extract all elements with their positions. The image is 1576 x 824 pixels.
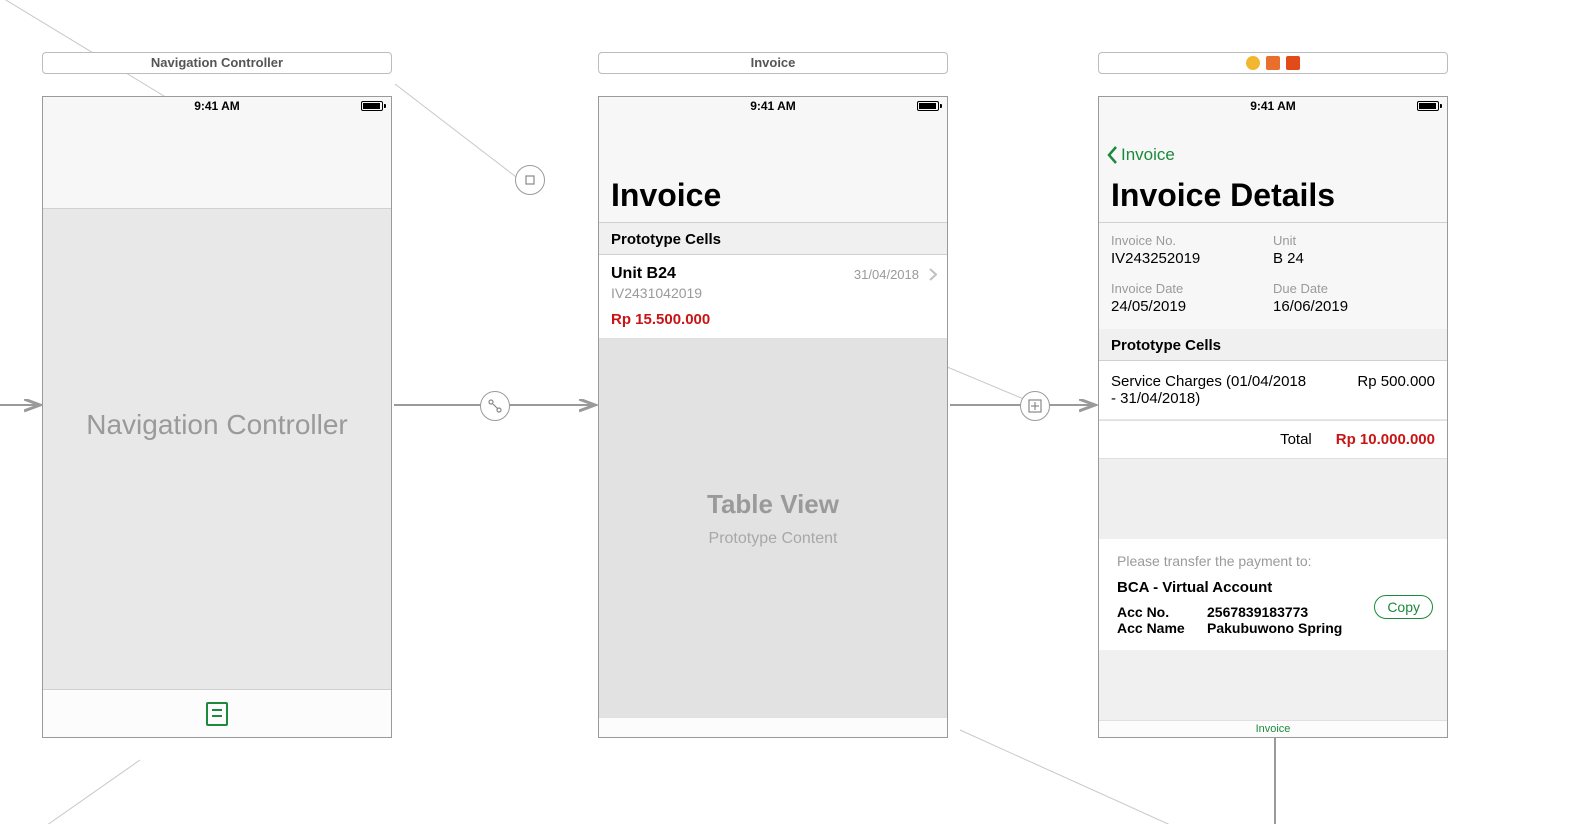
field-invoice-date: Invoice Date 24/05/2019: [1111, 281, 1273, 315]
status-bar: 9:41 AM: [599, 97, 947, 117]
first-responder-icon: [1266, 56, 1280, 70]
status-bar: 9:41 AM: [43, 97, 391, 117]
page-title: Invoice: [611, 177, 935, 214]
tableview-placeholder: Table View Prototype Content: [599, 339, 947, 548]
total-row: Total Rp 10.000.000: [1099, 420, 1447, 459]
info-label: Due Date: [1273, 281, 1435, 296]
total-amount: Rp 10.000.000: [1336, 431, 1435, 448]
back-label: Invoice: [1121, 145, 1175, 165]
segue-node-top[interactable]: [515, 165, 545, 195]
info-label: Unit: [1273, 233, 1435, 248]
line-item-row: Service Charges (01/04/2018 - 31/04/2018…: [1099, 361, 1447, 420]
section-header: Prototype Cells: [599, 223, 947, 255]
nav-header: Invoice Invoice Details: [1099, 117, 1447, 223]
tableview-body: Table View Prototype Content: [599, 339, 947, 731]
back-button[interactable]: Invoice: [1105, 145, 1175, 165]
chevron-right-icon: [929, 268, 937, 284]
nav-content-area: Navigation Controller: [43, 209, 391, 691]
info-value: 24/05/2019: [1111, 298, 1273, 315]
scene-invoice-list[interactable]: Invoice 9:41 AM Invoice Prototype Cells …: [598, 52, 948, 738]
field-unit: Unit B 24: [1273, 233, 1435, 267]
nav-bar-empty: [43, 117, 391, 209]
info-grid: Invoice No. IV243252019 Unit B 24 Invoic…: [1099, 223, 1447, 329]
chevron-left-icon: [1105, 145, 1119, 165]
scene-invoice-details[interactable]: 9:41 AM Invoice Invoice Details Invoice …: [1098, 52, 1448, 738]
payment-bank: BCA - Virtual Account: [1117, 579, 1429, 596]
invoice-cell[interactable]: Unit B24 IV2431042019 Rp 15.500.000 31/0…: [599, 255, 947, 339]
line-item-amount: Rp 500.000: [1357, 373, 1435, 407]
cell-amount: Rp 15.500.000: [611, 311, 935, 328]
spacer: [1099, 459, 1447, 539]
cell-date: 31/04/2018: [854, 267, 919, 282]
nav-large-title: Invoice: [599, 117, 947, 222]
status-time: 9:41 AM: [750, 99, 796, 113]
battery-icon: [361, 101, 383, 111]
bottom-tab-label[interactable]: Invoice: [1099, 720, 1447, 737]
nav-placeholder-label: Navigation Controller: [43, 209, 391, 441]
line-item-desc: Service Charges (01/04/2018 - 31/04/2018…: [1111, 373, 1311, 407]
segue-node-root[interactable]: [480, 391, 510, 421]
accname-value: Pakubuwono Spring: [1207, 620, 1342, 636]
tv-placeholder-title: Table View: [599, 489, 947, 520]
info-label: Invoice No.: [1111, 233, 1273, 248]
nav-large-title: Invoice Details: [1099, 117, 1447, 222]
scene-title-details[interactable]: [1098, 52, 1448, 74]
section-header: Prototype Cells: [1099, 329, 1447, 361]
status-time: 9:41 AM: [194, 99, 240, 113]
total-label: Total: [1280, 431, 1312, 448]
payment-section: Please transfer the payment to: BCA - Vi…: [1099, 539, 1447, 650]
scene-title-nav[interactable]: Navigation Controller: [42, 52, 392, 74]
info-value: IV243252019: [1111, 250, 1273, 267]
accno-label: Acc No.: [1117, 604, 1207, 620]
payment-instruction: Please transfer the payment to:: [1117, 553, 1429, 569]
info-value: 16/06/2019: [1273, 298, 1435, 315]
exit-icon: [1286, 56, 1300, 70]
info-label: Invoice Date: [1111, 281, 1273, 296]
invoice-tab-icon[interactable]: [206, 702, 228, 726]
device-frame-details: 9:41 AM Invoice Invoice Details Invoice …: [1098, 96, 1448, 738]
account-name-row: Acc Name Pakubuwono Spring: [1117, 620, 1429, 636]
scene-nav-controller[interactable]: Navigation Controller 9:41 AM Navigation…: [42, 52, 392, 738]
battery-icon: [1417, 101, 1439, 111]
segue-node-show[interactable]: [1020, 391, 1050, 421]
field-due-date: Due Date 16/06/2019: [1273, 281, 1435, 315]
bottom-strip: [599, 717, 947, 737]
info-value: B 24: [1273, 250, 1435, 267]
battery-icon: [917, 101, 939, 111]
cell-id: IV2431042019: [611, 285, 935, 301]
scene-title-label: Invoice: [751, 53, 796, 73]
scene-title-label: Navigation Controller: [151, 53, 283, 73]
accname-label: Acc Name: [1117, 620, 1207, 636]
tab-bar: [43, 689, 391, 737]
accno-value: 2567839183773: [1207, 604, 1308, 620]
page-title: Invoice Details: [1111, 177, 1435, 214]
device-frame-nav: 9:41 AM Navigation Controller: [42, 96, 392, 738]
copy-button[interactable]: Copy: [1374, 595, 1433, 619]
scene-title-invoice[interactable]: Invoice: [598, 52, 948, 74]
field-invoice-no: Invoice No. IV243252019: [1111, 233, 1273, 267]
status-bar: 9:41 AM: [1099, 97, 1447, 117]
status-time: 9:41 AM: [1250, 99, 1296, 113]
vc-icon: [1246, 56, 1260, 70]
nav-header: Invoice: [599, 117, 947, 223]
tv-placeholder-sub: Prototype Content: [599, 530, 947, 548]
device-frame-invoice: 9:41 AM Invoice Prototype Cells Unit B24…: [598, 96, 948, 738]
